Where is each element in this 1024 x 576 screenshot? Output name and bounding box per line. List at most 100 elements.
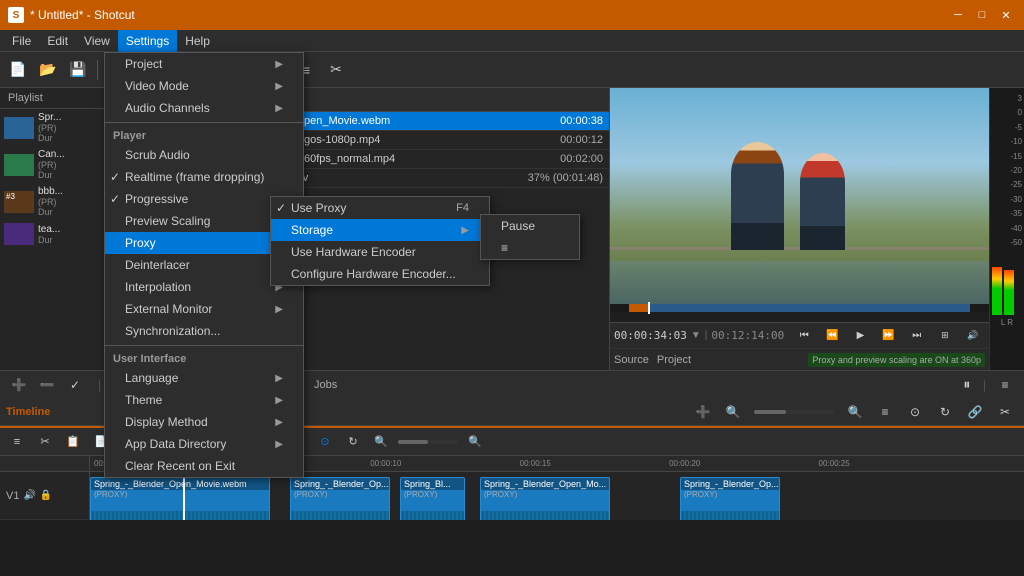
pl-item-name-2: Can... (38, 149, 65, 160)
open-button[interactable]: 📂 (34, 56, 62, 84)
menu-language[interactable]: Language ▶ (105, 367, 303, 389)
tl-snap-btn[interactable]: ⊙ (312, 429, 338, 455)
preview-panel: 00:00:34:03 ▼ | 00:12:14:00 ⏮ ⏪ ▶ ⏩ ⏭ ⊞ … (609, 88, 989, 370)
audio-meter: 3 0 -5 -10 -15 -20 -25 -30 -35 -40 -50 L… (989, 88, 1024, 370)
player-section-label: Player (105, 126, 303, 144)
menu-synchronization[interactable]: Synchronization... (105, 320, 303, 342)
project-tab[interactable]: Project (657, 354, 691, 366)
pl-item-name-3: bbb... (38, 186, 63, 197)
storage-submenu: Pause ≡ (480, 214, 580, 260)
timeline-snap[interactable]: ⊙ (902, 399, 928, 425)
menu-edit[interactable]: Edit (39, 30, 76, 52)
timeline-settings[interactable]: ≡ (872, 399, 898, 425)
v1-track: Spring_-_Blender_Open_Movie.webm (PROXY)… (90, 472, 1024, 520)
maximize-button[interactable]: □ (972, 5, 992, 25)
playlist-header: Playlist (0, 88, 109, 109)
menu-realtime[interactable]: ✓ Realtime (frame dropping) (105, 166, 303, 188)
tl-cut-btn[interactable]: ✂ (32, 429, 58, 455)
job-time-1: 00:00:38 (560, 115, 603, 127)
clip-2[interactable]: Spring_-_Blender_Op... (PROXY) (290, 477, 390, 520)
check-filter-button[interactable]: ✓ (62, 372, 88, 398)
source-tab[interactable]: Source (614, 354, 649, 366)
menu-theme[interactable]: Theme ▶ (105, 389, 303, 411)
menu-file[interactable]: File (4, 30, 39, 52)
tl-zoom-out-btn[interactable]: 🔍 (368, 429, 394, 455)
tab-jobs[interactable]: Jobs (303, 376, 348, 394)
playlist-item-1[interactable]: Spr... (PR) Dur (0, 109, 109, 146)
tl-menu-btn[interactable]: ≡ (4, 429, 30, 455)
storage-menu-icon[interactable]: ≡ (481, 237, 579, 259)
menu-view[interactable]: View (76, 30, 118, 52)
crop-icon[interactable]: ✂ (322, 56, 350, 84)
tl-zoom-in-btn[interactable]: 🔍 (462, 429, 488, 455)
menu-scrub-audio[interactable]: Scrub Audio (105, 144, 303, 166)
new-button[interactable]: 📄 (4, 56, 32, 84)
timeline-add-track[interactable]: ➕ (690, 399, 716, 425)
menu-use-proxy[interactable]: ✓ Use Proxy F4 (271, 197, 489, 219)
ui-section-label: User Interface (105, 349, 303, 367)
pl-item-meta-1: (PR) (38, 123, 61, 133)
prev-frame-button[interactable]: ⏮ (792, 322, 816, 350)
v1-lock-btn[interactable]: 🔒 (40, 490, 52, 501)
fast-forward-button[interactable]: ⏩ (877, 322, 901, 350)
tl-copy-btn[interactable]: 📋 (60, 429, 86, 455)
proxy-notice: Proxy and preview scaling are ON at 360p (808, 353, 985, 367)
menu-settings[interactable]: Settings (118, 30, 177, 52)
menu-button[interactable]: ≡ (992, 372, 1018, 398)
rewind-button[interactable]: ⏪ (820, 322, 844, 350)
playlist-item-3[interactable]: #3 bbb... (PR) Dur (0, 183, 109, 220)
timecode-display: 00:00:34:03 (614, 329, 687, 342)
pl-item-dur-3: Dur (38, 207, 63, 217)
job-time-3: 00:02:00 (560, 153, 603, 165)
grid-button[interactable]: ⊞ (933, 322, 957, 350)
v1-label: V1 (6, 490, 19, 502)
playlist-panel: Playlist Spr... (PR) Dur Can... (PR) Dur… (0, 88, 110, 370)
playlist-item-2[interactable]: Can... (PR) Dur (0, 146, 109, 183)
tl-scrub-btn[interactable]: ↻ (340, 429, 366, 455)
menu-clear-recent[interactable]: Clear Recent on Exit (105, 455, 303, 477)
pl-item-name-1: Spr... (38, 112, 61, 123)
clip-1[interactable]: Spring_-_Blender_Open_Movie.webm (PROXY) (90, 477, 270, 520)
pl-item-dur-1: Dur (38, 133, 61, 143)
meter-r (1004, 270, 1014, 315)
proxy-submenu: ✓ Use Proxy F4 Storage ▶ Use Hardware En… (270, 196, 490, 286)
timeline-cut[interactable]: ✂ (992, 399, 1018, 425)
timeline-zoom-in[interactable]: 🔍 (842, 399, 868, 425)
storage-pause[interactable]: Pause (481, 215, 579, 237)
preview-video (610, 88, 989, 304)
menu-storage[interactable]: Storage ▶ (271, 219, 489, 241)
pl-item-dur-4: Dur (38, 235, 60, 245)
playhead (183, 472, 185, 520)
lr-label: L R (992, 318, 1022, 327)
menu-external-monitor[interactable]: External Monitor ▶ (105, 298, 303, 320)
play-button[interactable]: ▶ (848, 322, 872, 350)
remove-filter-button[interactable]: ➖ (34, 372, 60, 398)
close-button[interactable]: ✕ (996, 5, 1016, 25)
pause-button[interactable]: ⏸ (957, 375, 977, 395)
add-filter-button[interactable]: ➕ (6, 372, 32, 398)
playlist-item-4[interactable]: tea... Dur (0, 220, 109, 248)
menu-configure-hw-encoder[interactable]: Configure Hardware Encoder... (271, 263, 489, 285)
menu-project[interactable]: Project ▶ (105, 53, 303, 75)
next-frame-button[interactable]: ⏭ (905, 322, 929, 350)
timeline-link[interactable]: 🔗 (962, 399, 988, 425)
clip-4[interactable]: Spring_-_Blender_Open_Mo... (PROXY) (480, 477, 610, 520)
clip-3[interactable]: Spring_Bl... (PROXY) (400, 477, 465, 520)
v1-mute-btn[interactable]: 🔊 (23, 490, 35, 501)
save-button[interactable]: 💾 (64, 56, 92, 84)
volume-button[interactable]: 🔊 (961, 322, 985, 350)
timeline-zoom-out[interactable]: 🔍 (720, 399, 746, 425)
minimize-button[interactable]: ─ (948, 5, 968, 25)
clip-5[interactable]: Spring_-_Blender_Op... (PROXY) (680, 477, 780, 520)
menu-audio-channels[interactable]: Audio Channels ▶ (105, 97, 303, 119)
menu-app-data-dir[interactable]: App Data Directory ▶ (105, 433, 303, 455)
menu-video-mode[interactable]: Video Mode ▶ (105, 75, 303, 97)
ruler-track-header (0, 456, 89, 472)
menubar: File Edit View Settings Help (0, 30, 1024, 52)
menu-help[interactable]: Help (177, 30, 218, 52)
timeline-ripple[interactable]: ↻ (932, 399, 958, 425)
menu-display-method[interactable]: Display Method ▶ (105, 411, 303, 433)
pl-item-meta-3: (PR) (38, 197, 63, 207)
menu-use-hw-encoder[interactable]: Use Hardware Encoder (271, 241, 489, 263)
titlebar: S * Untitled* - Shotcut ─ □ ✕ (0, 0, 1024, 30)
